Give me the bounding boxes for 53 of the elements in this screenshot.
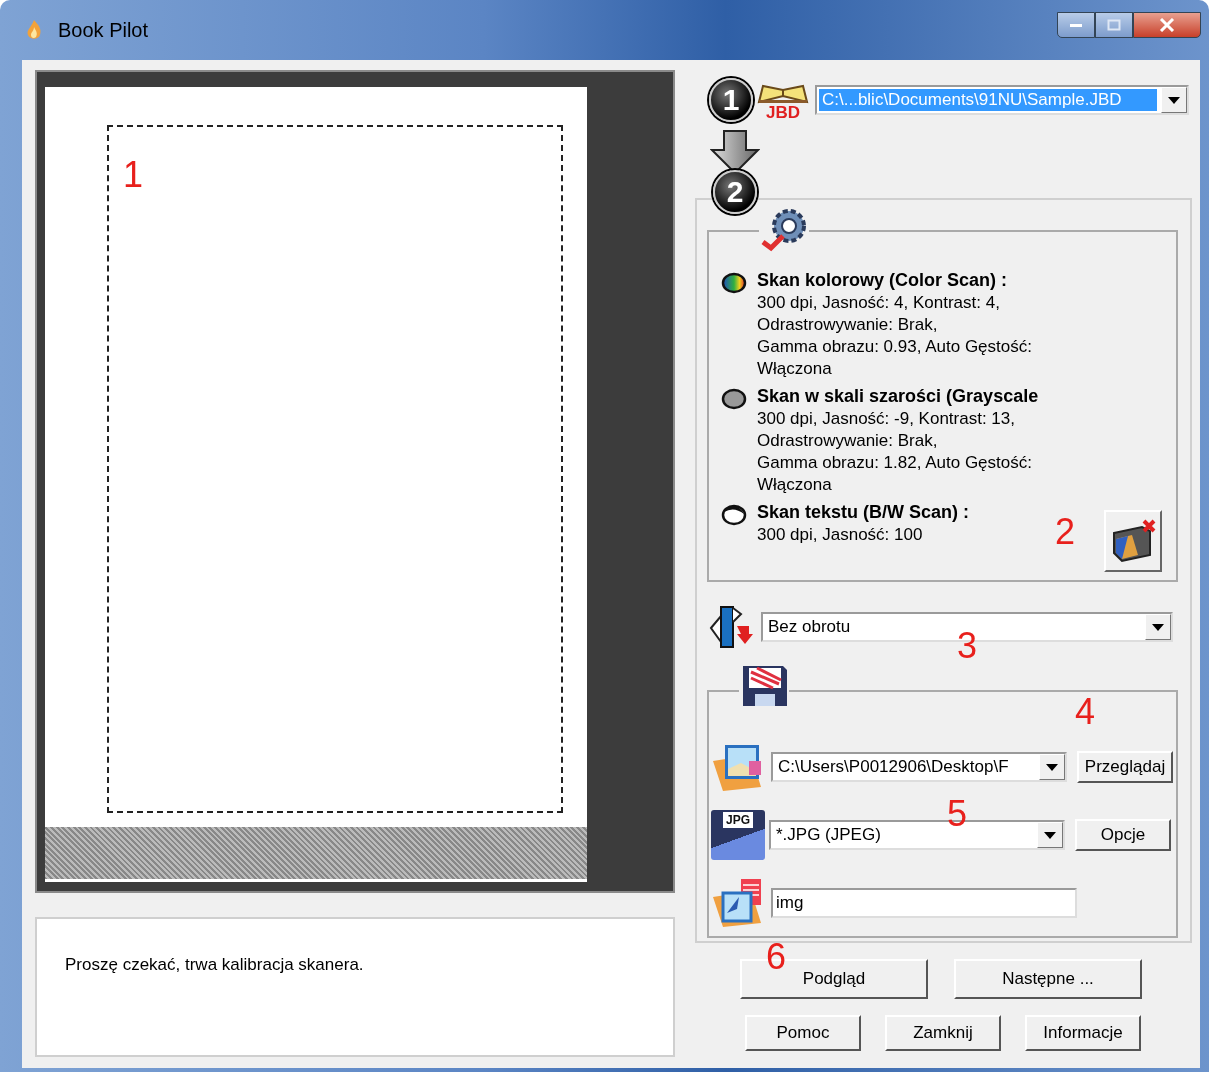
scan-mode-detail: Włączona: [757, 358, 833, 380]
scan-mode-detail: Odrastrowywanie: Brak,: [757, 430, 939, 452]
dropdown-arrow-button[interactable]: [1161, 87, 1187, 113]
dialog-button[interactable]: Pomoc: [745, 1015, 861, 1051]
file-type-label: JBD: [766, 103, 800, 121]
scan-mode-title: Skan kolorowy (Color Scan) :: [757, 269, 1009, 292]
close-button[interactable]: [1133, 12, 1201, 38]
dropdown-arrow-button[interactable]: [1039, 754, 1065, 780]
shaded-disc-icon: [721, 388, 747, 410]
annotation-number: 4: [1075, 694, 1096, 730]
dropdown-arrow-button[interactable]: [1037, 822, 1063, 848]
maximize-button[interactable]: [1095, 12, 1133, 38]
scan-settings-button[interactable]: [1104, 510, 1162, 572]
scan-mode-detail: Gamma obrazu: 0.93, Auto Gęstość:: [757, 336, 1032, 358]
output-folder-dropdown[interactable]: C:\Users\P0012906\Desktop\F: [771, 752, 1067, 782]
dropdown-value: Bez obrotu: [767, 616, 852, 638]
caret-icon: [1046, 763, 1058, 771]
scan-mode-detail: 300 dpi, Jasność: 4, Kontrast: 4,: [757, 292, 1001, 314]
page-rotate-icon: [707, 604, 755, 650]
dialog-button[interactable]: Informacje: [1025, 1015, 1141, 1051]
minimize-icon: [1069, 22, 1083, 28]
dropdown-value: *.JPG (JPEG): [775, 824, 882, 846]
step-badge: 2: [713, 170, 757, 214]
file-name-field[interactable]: img: [771, 888, 1077, 918]
close-icon: [1159, 18, 1175, 32]
half-disc-icon: [721, 504, 747, 526]
scan-mode-detail: Włączona: [757, 474, 833, 496]
caret-icon: [1168, 96, 1180, 104]
browse-button[interactable]: Przeglądaj: [1077, 751, 1173, 783]
next-button[interactable]: Następne ...: [954, 959, 1142, 999]
annotation-number: 2: [1055, 514, 1076, 550]
field-value: img: [775, 892, 805, 914]
scan-mode-detail: 300 dpi, Jasność: -9, Kontrast: 13,: [757, 408, 1016, 430]
scan-mode-detail: Gamma obrazu: 1.82, Auto Gęstość:: [757, 452, 1033, 474]
dialog-button[interactable]: Zamknij: [885, 1015, 1001, 1051]
scan-mode-detail: Odrastrowywanie: Brak,: [757, 314, 939, 336]
dropdown-value: C:\...blic\Documents\91NU\Sample.JBD: [819, 89, 1157, 111]
dropdown-value: C:\Users\P0012906\Desktop\F: [777, 756, 1010, 778]
dropdown-arrow-button[interactable]: [1145, 614, 1171, 640]
scan-mode-detail: 300 dpi, Jasność: 100: [757, 524, 924, 546]
options-button[interactable]: Opcje: [1075, 819, 1171, 851]
maximize-icon: [1107, 19, 1121, 31]
step-badge: 1: [709, 78, 753, 122]
caret-icon: [1044, 831, 1056, 839]
file-type-label: JPG: [723, 812, 753, 828]
scan-mode-title: Skan tekstu (B/W Scan) :: [757, 501, 970, 524]
window-title: Book Pilot: [58, 18, 149, 42]
annotation-number: 1: [123, 157, 144, 193]
scan-mode-title: Skan w skali szarości (Grayscale: [757, 385, 1039, 408]
minimize-button[interactable]: [1057, 12, 1095, 38]
gradient-disc-icon: [721, 272, 747, 294]
caret-icon: [1152, 623, 1164, 631]
status-message: Proszę czekać, trwa kalibracja skanera.: [65, 955, 364, 974]
